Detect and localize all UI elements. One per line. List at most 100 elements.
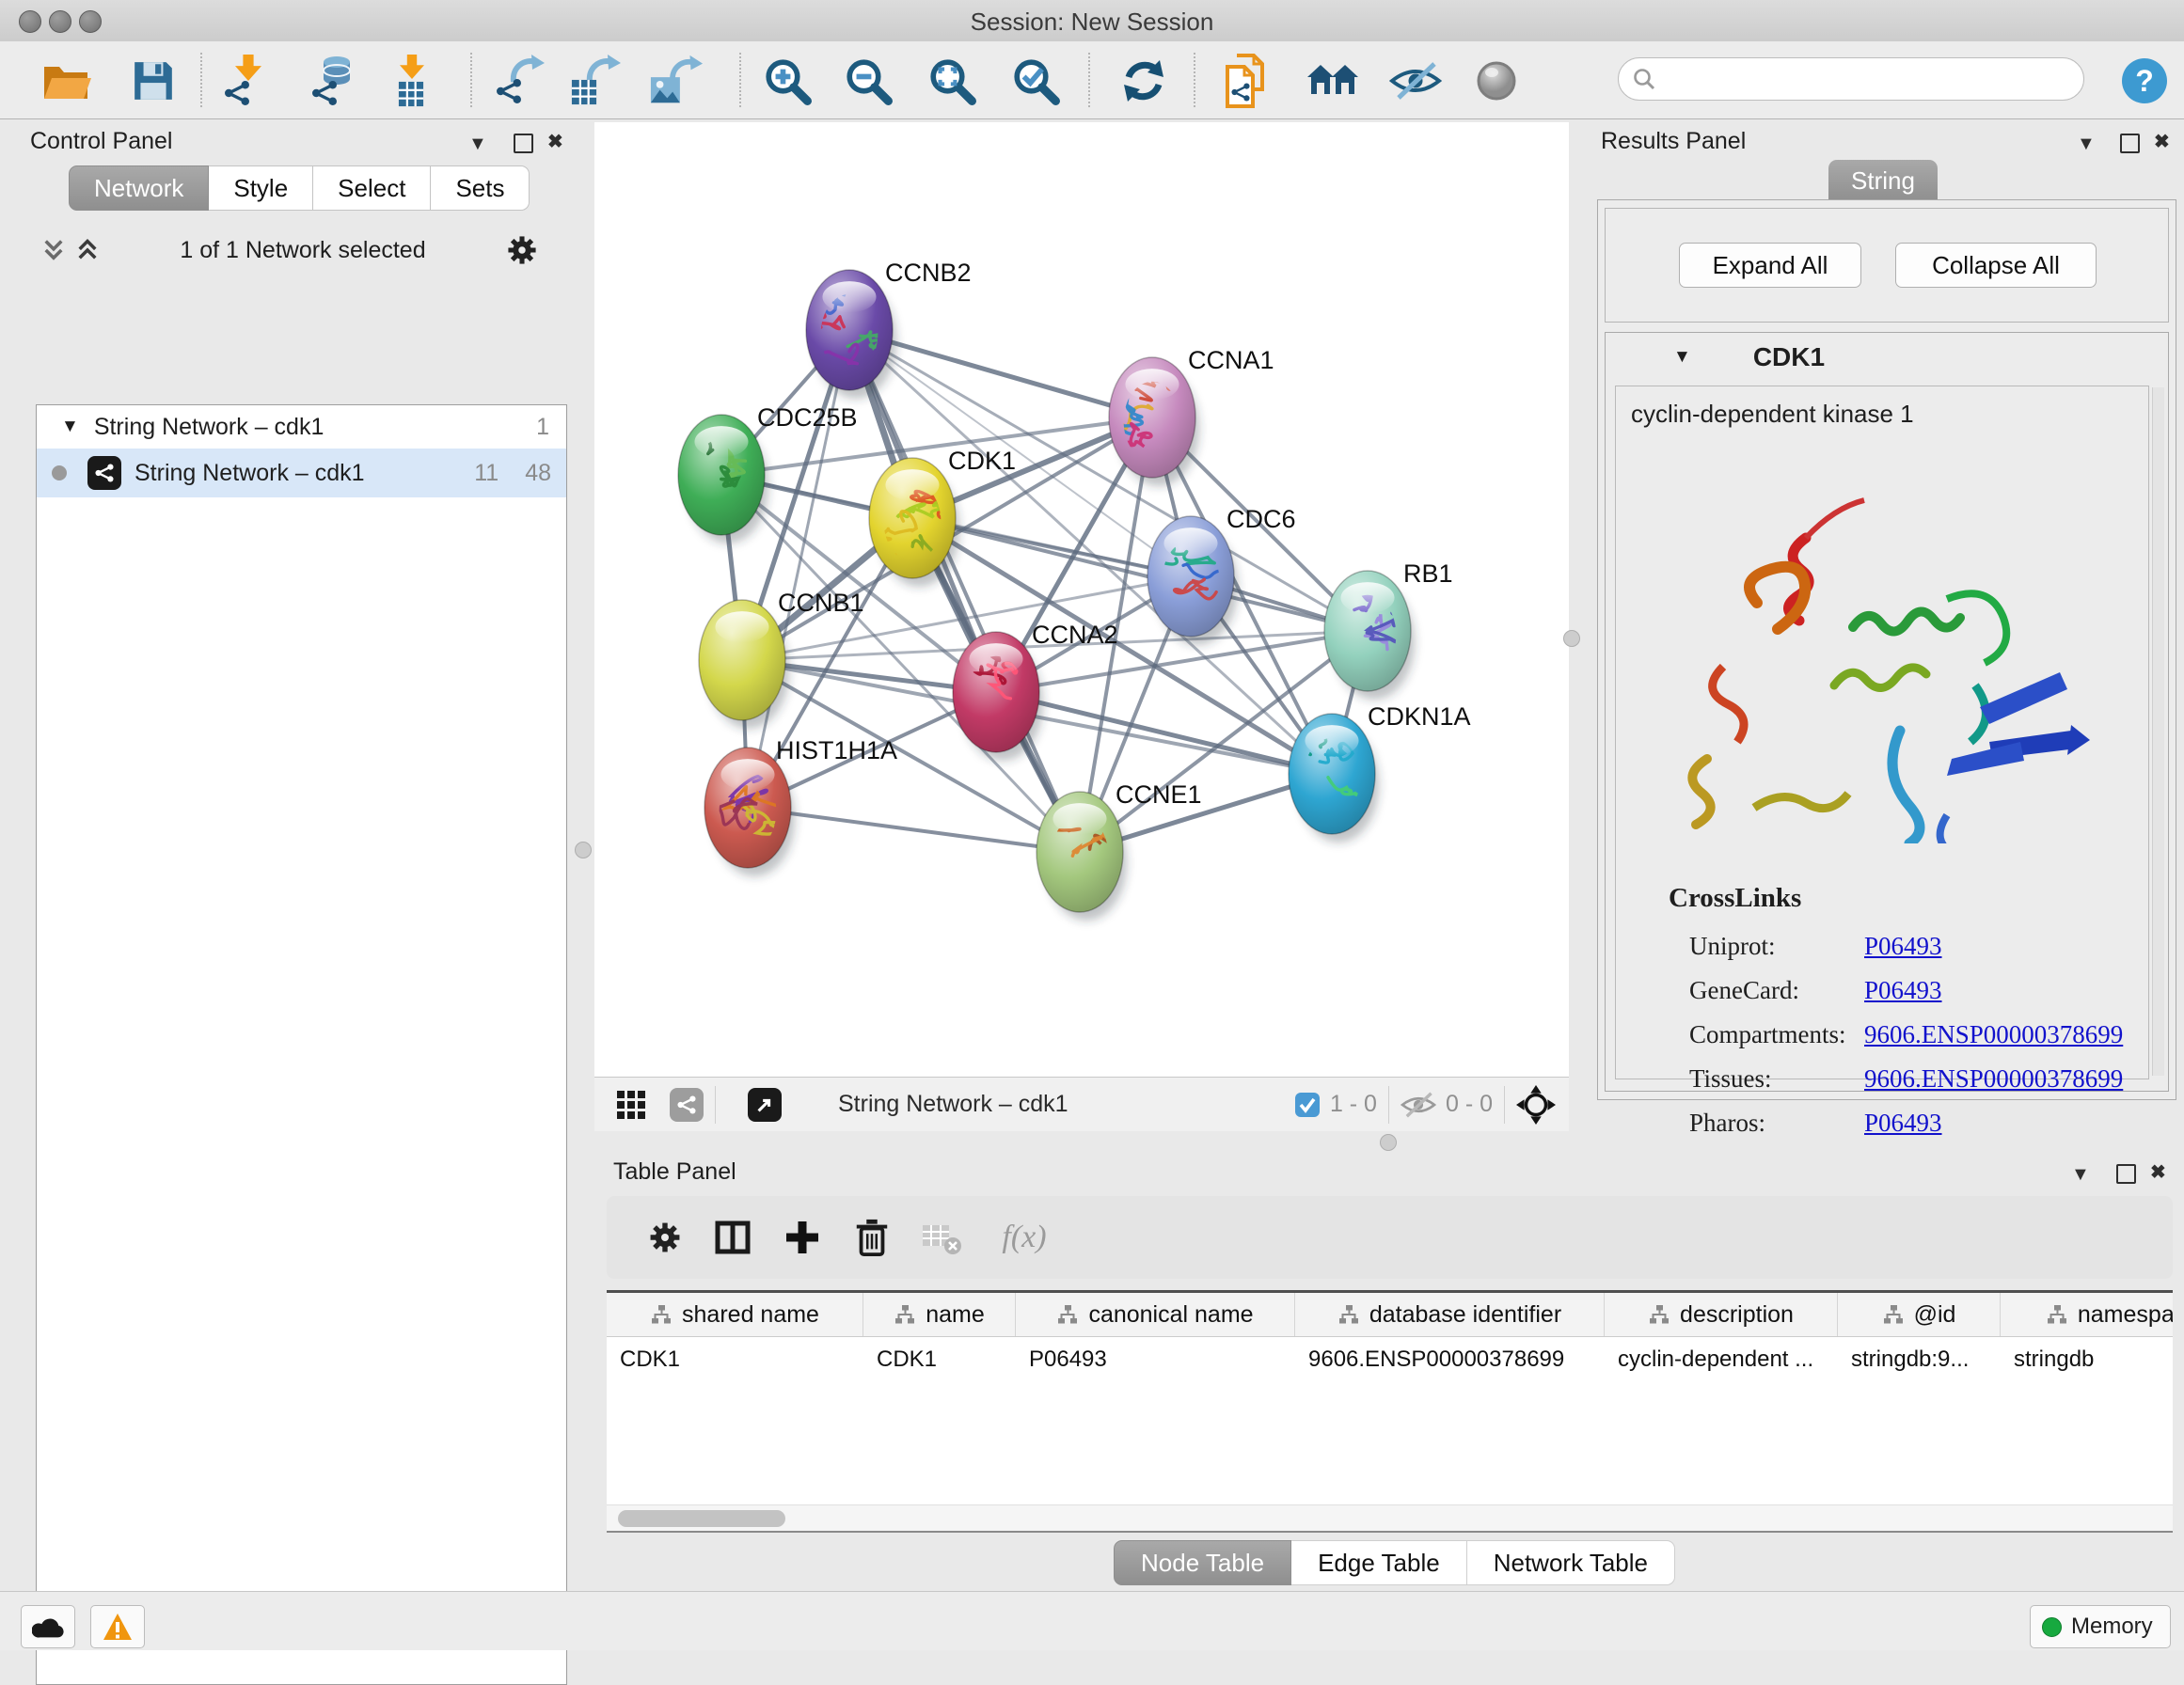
table-cell[interactable]: CDK1 <box>863 1337 1016 1373</box>
table-cell[interactable]: CDK1 <box>607 1337 863 1373</box>
table-cell[interactable]: P06493 <box>1016 1337 1295 1373</box>
import-table-file-button[interactable] <box>384 54 438 108</box>
network-graph[interactable]: CCNB2CCNA1CDC25BCDK1CDC6RB1CCNB1CCNA2CDK… <box>594 122 1569 1077</box>
expand-all-button[interactable]: Expand All <box>1679 243 1861 288</box>
crosslink-link[interactable]: 9606.ENSP00000378699 <box>1864 1064 2123 1094</box>
network-view-canvas[interactable]: CCNB2CCNA1CDC25BCDK1CDC6RB1CCNB1CCNA2CDK… <box>594 122 1569 1077</box>
table-panel-maximize-button[interactable] <box>2116 1164 2136 1184</box>
table-row[interactable]: CDK1CDK1P064939606.ENSP00000378699cyclin… <box>607 1337 2173 1373</box>
control-panel-maximize-button[interactable] <box>514 134 533 153</box>
search-input[interactable] <box>1618 57 2084 101</box>
node-CCNA2[interactable]: CCNA2 <box>953 621 1118 761</box>
crosslink-link[interactable]: P06493 <box>1864 932 1942 961</box>
scrollbar-thumb[interactable] <box>618 1510 785 1527</box>
results-panel-close-button[interactable]: ✖ <box>2154 128 2170 156</box>
warnings-button[interactable] <box>90 1605 145 1648</box>
node-CCNB1[interactable]: CCNB1 <box>699 589 864 729</box>
tab-string[interactable]: String <box>1828 160 1938 201</box>
collection-expander-icon[interactable]: ▼ <box>61 417 79 437</box>
table-panel-close-button[interactable]: ✖ <box>2150 1158 2166 1187</box>
protein-expander-icon[interactable]: ▼ <box>1673 347 1691 368</box>
column-header-namespace[interactable]: namespace <box>2001 1293 2173 1336</box>
results-panel-maximize-button[interactable] <box>2120 134 2140 153</box>
export-table-button[interactable] <box>568 54 623 108</box>
crosslink-link[interactable]: P06493 <box>1864 976 1942 1005</box>
results-panel-float-button[interactable]: ▼ <box>2077 130 2096 158</box>
table-add-button[interactable] <box>778 1213 827 1262</box>
hide-graphics-button[interactable] <box>1388 54 1443 108</box>
table-horizontal-scrollbar[interactable] <box>607 1504 2173 1532</box>
table-cell[interactable]: 9606.ENSP00000378699 <box>1295 1337 1605 1373</box>
edge-CDK1-RB1[interactable] <box>912 518 1368 631</box>
string-document-button[interactable] <box>1221 54 1275 108</box>
table-cell[interactable]: stringdb <box>2001 1337 2173 1373</box>
column-type-icon <box>2046 1303 2068 1326</box>
table-columns-button[interactable] <box>708 1213 757 1262</box>
column-header-shared-name[interactable]: shared name <box>607 1293 863 1336</box>
table-cell[interactable]: cyclin-dependent ... <box>1605 1337 1838 1373</box>
table-gear-button[interactable] <box>641 1213 689 1262</box>
crosslink-link[interactable]: 9606.ENSP00000378699 <box>1864 1020 2123 1049</box>
node-CDKN1A[interactable]: CDKN1A <box>1256 702 1470 842</box>
collapse-all-button[interactable]: Collapse All <box>1895 243 2097 288</box>
column-header-database-identifier[interactable]: database identifier <box>1295 1293 1605 1336</box>
column-header-name[interactable]: name <box>863 1293 1016 1336</box>
node-RB1[interactable]: RB1 <box>1324 559 1453 700</box>
network-collection-row[interactable]: ▼ String Network – cdk1 1 <box>37 405 566 449</box>
tab-network[interactable]: Network <box>69 165 209 211</box>
vertical-splitter-handle[interactable] <box>575 842 592 858</box>
node-HIST1H1A[interactable]: HIST1H1A <box>704 736 897 876</box>
selected-checkbox-icon[interactable] <box>1294 1092 1321 1118</box>
column-header-@id[interactable]: @id <box>1838 1293 2001 1336</box>
tab-select[interactable]: Select <box>313 165 431 211</box>
string-home-button[interactable] <box>1306 54 1360 108</box>
zoom-in-button[interactable] <box>760 54 815 108</box>
results-vertical-scrollbar[interactable] <box>2152 387 2164 1076</box>
column-header-canonical-name[interactable]: canonical name <box>1016 1293 1295 1336</box>
node-CCNE1[interactable]: CCNE1 <box>1032 780 1201 921</box>
collapse-all-icon[interactable] <box>41 238 66 262</box>
export-image-button[interactable] <box>649 54 704 108</box>
tab-node-table[interactable]: Node Table <box>1114 1540 1291 1585</box>
warning-icon <box>103 1613 133 1641</box>
grid-view-icon[interactable] <box>615 1089 647 1121</box>
edge-CCNB2-CCNE1[interactable] <box>849 330 1080 852</box>
tab-sets[interactable]: Sets <box>431 165 530 211</box>
memory-button[interactable]: Memory <box>2030 1605 2171 1648</box>
control-panel-float-button[interactable]: ▼ <box>468 130 487 158</box>
expand-all-icon[interactable] <box>75 238 100 262</box>
open-in-window-icon[interactable] <box>748 1088 782 1122</box>
zoom-selected-icon <box>1011 56 1060 105</box>
tab-network-table[interactable]: Network Table <box>1467 1540 1675 1585</box>
node-CCNA1[interactable]: CCNA1 <box>1079 346 1274 486</box>
crosslink-row: Pharos:P06493 <box>1689 1101 2131 1145</box>
open-session-button[interactable] <box>39 54 93 108</box>
import-network-database-button[interactable] <box>308 54 362 108</box>
apply-layout-button[interactable] <box>1116 54 1171 108</box>
table-delete-button[interactable] <box>847 1213 896 1262</box>
zoom-selected-button[interactable] <box>1008 54 1063 108</box>
column-header-description[interactable]: description <box>1605 1293 1838 1336</box>
cloud-status-button[interactable] <box>21 1605 75 1648</box>
tab-style[interactable]: Style <box>209 165 313 211</box>
network-row-selected[interactable]: String Network – cdk1 11 48 <box>37 449 566 497</box>
vertical-splitter-handle[interactable] <box>1563 630 1580 647</box>
import-network-file-button[interactable] <box>218 54 273 108</box>
protein-header-row[interactable]: ▼ CDK1 <box>1606 333 2168 382</box>
table-panel-float-button[interactable]: ▼ <box>2071 1160 2090 1189</box>
save-session-button[interactable] <box>126 54 181 108</box>
table-cell[interactable]: stringdb:9... <box>1838 1337 2001 1373</box>
zoom-out-button[interactable] <box>841 54 895 108</box>
crosslink-link[interactable]: P06493 <box>1864 1109 1942 1138</box>
show-graphics-button[interactable] <box>1469 54 1524 108</box>
edge-HIST1H1A-CCNE1[interactable] <box>748 808 1080 852</box>
gear-icon[interactable] <box>506 234 538 266</box>
help-button[interactable]: ? <box>2117 54 2172 108</box>
tab-edge-table[interactable]: Edge Table <box>1291 1540 1467 1585</box>
export-network-button[interactable] <box>492 54 546 108</box>
fit-content-crosshair-icon[interactable] <box>1516 1085 1556 1125</box>
zoom-fit-button[interactable] <box>925 54 979 108</box>
network-share-view-icon[interactable] <box>670 1088 704 1122</box>
node-CCNB2[interactable]: CCNB2 <box>795 259 972 399</box>
control-panel-close-button[interactable]: ✖ <box>547 128 563 156</box>
